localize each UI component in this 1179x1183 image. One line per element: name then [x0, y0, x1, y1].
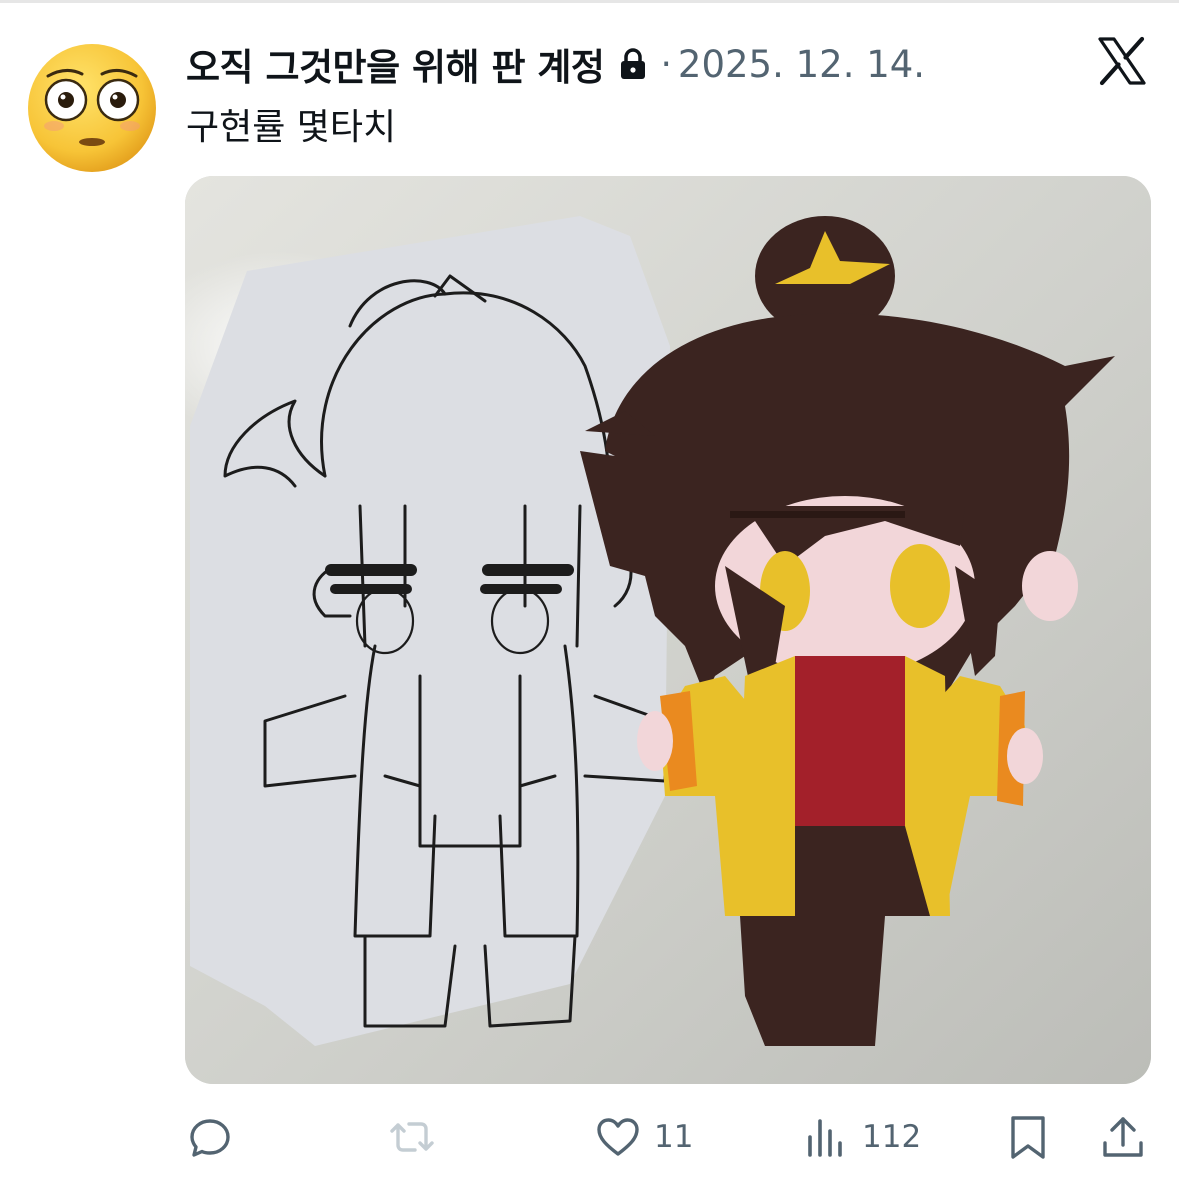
views-icon: [808, 1119, 842, 1157]
like-count: 11: [654, 1119, 694, 1155]
avatar[interactable]: [26, 42, 158, 174]
views-count: 112: [862, 1119, 922, 1155]
top-divider: [0, 0, 1179, 3]
like-button[interactable]: 11: [594, 1102, 693, 1172]
x-logo-icon[interactable]: [1097, 36, 1147, 86]
share-icon: [1103, 1117, 1143, 1157]
post-date[interactable]: 2025. 12. 14.: [678, 43, 925, 86]
post-action-bar: 11 112: [0, 1102, 1179, 1172]
repost-icon: [390, 1122, 434, 1152]
lock-icon: [620, 48, 646, 80]
header-separator: ·: [660, 43, 672, 85]
views-button[interactable]: 112: [802, 1102, 921, 1172]
share-button[interactable]: [1099, 1102, 1147, 1172]
author-name[interactable]: 오직 그것만을 위해 판 계정: [186, 37, 605, 91]
photo-sketch-and-felt-plush-doll-icon: [185, 176, 1151, 1084]
reply-button[interactable]: [186, 1102, 246, 1172]
heart-icon: [597, 1118, 639, 1156]
post-text: 구현률 몇타치: [186, 107, 397, 148]
bookmark-button[interactable]: [1004, 1102, 1052, 1172]
bookmark-icon: [1011, 1116, 1045, 1159]
post-media-photo[interactable]: [185, 176, 1151, 1084]
reply-icon: [190, 1119, 230, 1157]
flushed-face-emoji-icon: [28, 44, 156, 172]
repost-button[interactable]: [388, 1102, 448, 1172]
post-header: 오직 그것만을 위해 판 계정 · 2025. 12. 14.: [186, 36, 925, 92]
